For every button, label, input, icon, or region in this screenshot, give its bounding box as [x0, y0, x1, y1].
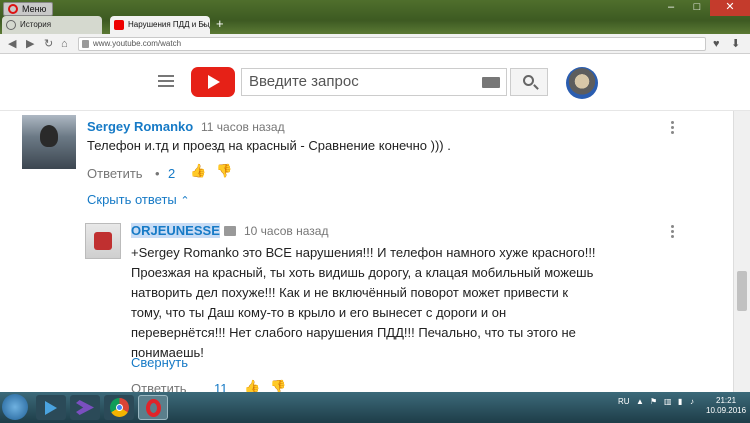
tab-label: Нарушения ПДД и Быдло [128, 20, 210, 29]
windows-taskbar: RU ▲ ⚑ ▥ ▮ ♪ 21:21 10.09.2016 [0, 392, 750, 423]
maximize-button[interactable]: □ [684, 0, 710, 16]
youtube-header: Введите запрос [0, 55, 750, 111]
clock-date: 10.09.2016 [706, 406, 747, 415]
separator-dot: • [155, 166, 160, 181]
tray-volume-icon[interactable]: ♪ [690, 397, 694, 406]
reply-like-count: 11 [214, 381, 228, 392]
back-icon[interactable]: ◀ [8, 37, 16, 51]
reload-icon[interactable]: ↻ [44, 37, 53, 51]
comment-time[interactable]: 11 часов назад [201, 120, 285, 134]
like-count: 2 [168, 166, 176, 181]
page-scrollbar[interactable] [733, 111, 750, 392]
browser-titlebar: Меню – □ ✕ История Нарушения ПДД и Быдло… [0, 0, 750, 34]
chrome-icon[interactable] [104, 395, 134, 420]
thumb-down-icon[interactable]: 👎 [216, 163, 232, 179]
commenter-avatar[interactable] [22, 115, 76, 169]
tab-youtube-video[interactable]: Нарушения ПДД и Быдло × [110, 16, 210, 34]
search-input[interactable]: Введите запрос [241, 68, 507, 96]
tab-label: История [20, 20, 52, 29]
close-tab-icon[interactable]: × [201, 16, 206, 34]
reply-text-line: +Sergey Romanko это ВСЕ нарушения!!! И т… [131, 245, 596, 260]
opera-taskbar-icon[interactable] [138, 395, 168, 420]
start-button[interactable] [2, 394, 28, 420]
search-icon [523, 75, 534, 86]
reply-text-line: перевернётся!!! Нет слабого нарушения ПД… [131, 325, 576, 340]
close-window-button[interactable]: ✕ [710, 0, 750, 16]
media-player-icon[interactable] [36, 395, 66, 420]
reply-button[interactable]: Ответить [87, 166, 143, 181]
taskbar-clock[interactable]: 21:21 10.09.2016 [706, 396, 746, 416]
window-controls: – □ ✕ [658, 0, 750, 16]
visual-studio-icon[interactable] [70, 395, 100, 420]
history-icon [6, 20, 16, 30]
comment-text: Телефон и.тд и проезд на красный - Сравн… [87, 138, 451, 153]
keyboard-icon[interactable] [482, 77, 500, 88]
opera-logo-icon [8, 4, 18, 14]
comment-menu-icon[interactable] [671, 121, 675, 136]
minimize-button[interactable]: – [658, 0, 684, 16]
language-indicator[interactable]: RU [618, 397, 630, 406]
reply-text-line: тому, что ты Даш кому-то в крыло и его в… [131, 305, 507, 320]
youtube-logo-icon[interactable] [191, 67, 235, 97]
tray-network-icon[interactable]: ▥ [664, 397, 672, 406]
bookmark-heart-icon[interactable]: ♥ [713, 37, 720, 51]
reply-author-avatar[interactable] [85, 223, 121, 259]
reply-time[interactable]: 10 часов назад [244, 224, 328, 238]
forward-icon[interactable]: ▶ [26, 37, 34, 51]
reply-reply-button[interactable]: Ответить [131, 381, 187, 392]
hide-replies-label: Скрыть ответы [87, 192, 177, 207]
address-bar[interactable]: www.youtube.com/watch [78, 37, 706, 51]
reply-text-line: понимаешь! [131, 345, 204, 360]
comment-author[interactable]: Sergey Romanko [87, 119, 193, 134]
reply-text-line: натворить дел похуже!!! Как и не включён… [131, 285, 569, 300]
clock-time: 21:21 [716, 396, 737, 405]
verified-badge-icon [224, 226, 236, 236]
reply-author[interactable]: ORJEUNESSE [131, 223, 220, 238]
new-tab-button[interactable]: + [216, 17, 224, 31]
scrollbar-thumb[interactable] [737, 271, 747, 311]
address-toolbar: ◀ ▶ ↻ ⌂ www.youtube.com/watch ♥ ⬇ [0, 34, 750, 54]
hide-replies-link[interactable]: Скрыть ответы ⌃ [87, 192, 190, 207]
search-button[interactable] [510, 68, 548, 96]
reply-thumb-down-icon[interactable]: 👎 [270, 379, 286, 392]
download-icon[interactable]: ⬇ [731, 37, 740, 51]
tray-battery-icon[interactable]: ▮ [678, 397, 682, 406]
reply-thumb-up-icon[interactable]: 👍 [244, 379, 260, 392]
opera-menu-button[interactable]: Меню [3, 2, 54, 16]
guide-menu-icon[interactable] [158, 75, 174, 87]
thumb-up-icon[interactable]: 👍 [190, 163, 206, 179]
reply-text: +Sergey Romanko это ВСЕ нарушения!!! И т… [131, 243, 691, 363]
home-icon[interactable]: ⌂ [61, 37, 68, 51]
tray-flag-icon[interactable]: ⚑ [650, 397, 657, 406]
url-text: www.youtube.com/watch [93, 39, 182, 48]
tab-history[interactable]: История [2, 16, 102, 34]
user-avatar[interactable] [566, 67, 598, 99]
youtube-favicon-icon [114, 20, 124, 30]
chevron-up-icon: ⌃ [180, 195, 190, 207]
collapse-link[interactable]: Свернуть [131, 355, 188, 370]
lock-icon [82, 40, 89, 48]
tray-arrow-icon[interactable]: ▲ [636, 397, 644, 406]
search-placeholder: Введите запрос [249, 73, 359, 90]
reply-menu-icon[interactable] [671, 225, 675, 240]
menu-label: Меню [22, 4, 47, 14]
reply-text-line: Проезжая на красный, ты хоть видишь доро… [131, 265, 594, 280]
